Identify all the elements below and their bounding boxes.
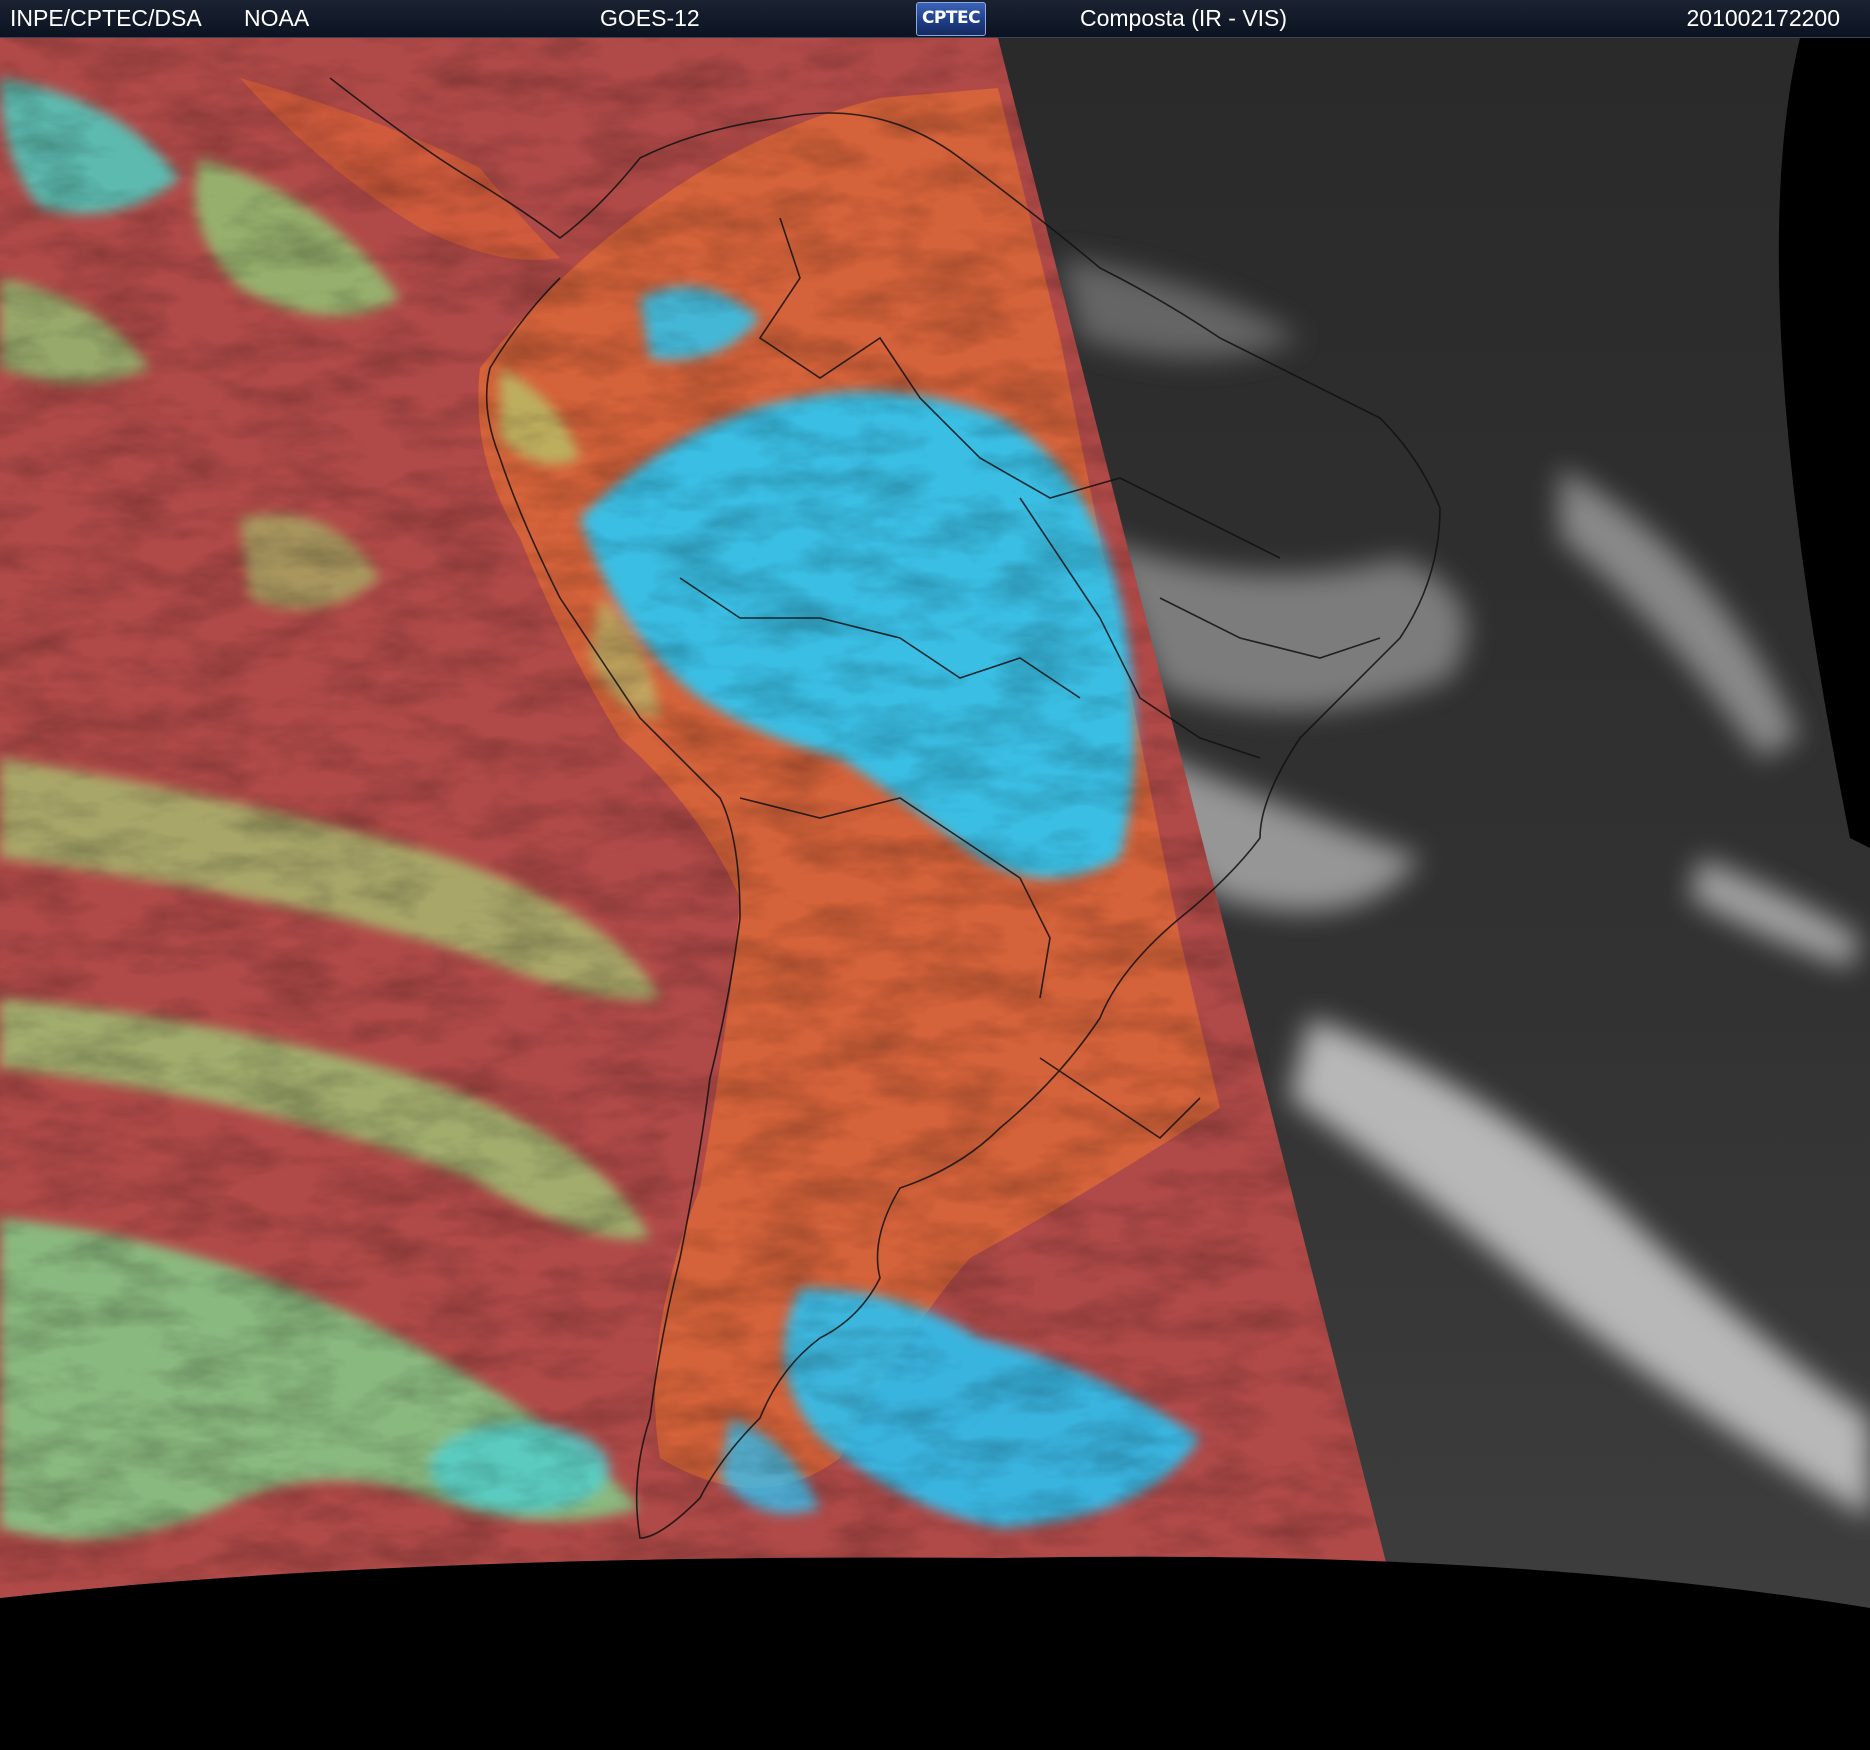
earth-disk <box>0 38 1870 1608</box>
header-bar: INPE/CPTEC/DSA NOAA GOES-12 CPTEC Compos… <box>0 0 1870 38</box>
product-label: Composta (IR - VIS) <box>1080 5 1288 31</box>
satellite-label: GOES-12 <box>600 5 700 31</box>
timestamp-label: 201002172200 <box>1686 5 1841 31</box>
cptec-logo: CPTEC <box>916 2 986 36</box>
satellite-image <box>0 38 1870 1750</box>
institution-label: INPE/CPTEC/DSA <box>10 5 202 31</box>
agency-label: NOAA <box>244 5 310 31</box>
